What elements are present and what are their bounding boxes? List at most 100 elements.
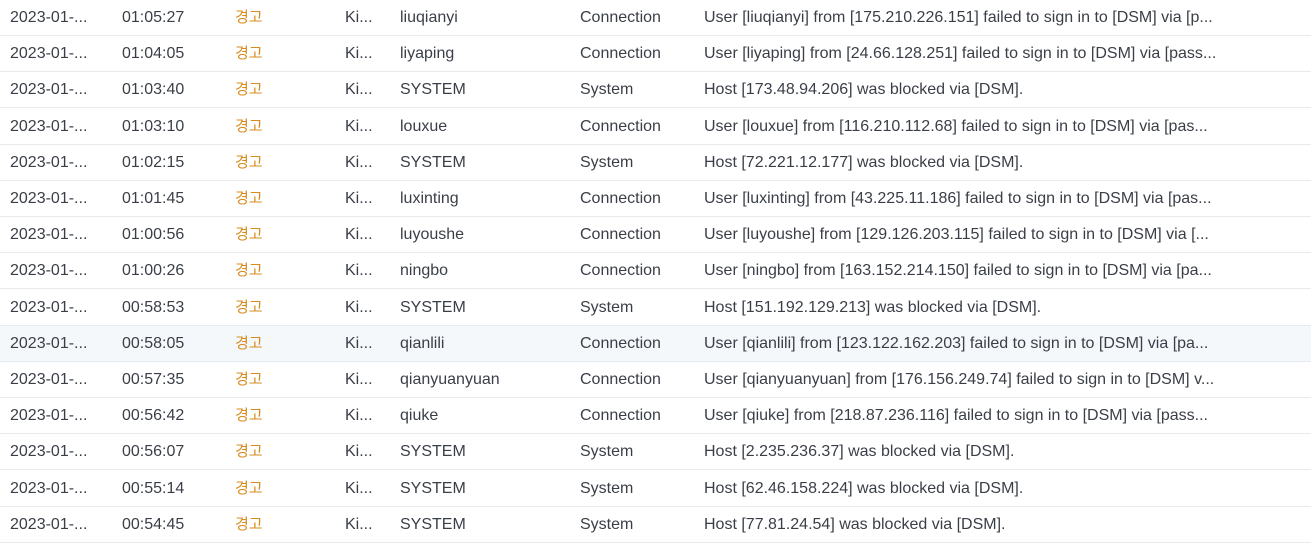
- source-cell: Ki...: [345, 371, 373, 388]
- level-cell: 경고: [235, 261, 263, 280]
- category-cell: System: [580, 298, 634, 316]
- source-cell: Ki...: [345, 226, 373, 244]
- source-cell: Ki...: [345, 9, 373, 26]
- source-cell: Ki...: [345, 479, 373, 497]
- user-cell: SYSTEM: [400, 298, 466, 316]
- time-cell: 00:56:07: [122, 443, 185, 461]
- table-row[interactable]: 2023-01-... 00:56:07 경고 Ki... SYSTEM Sys…: [0, 434, 1311, 471]
- user-cell: luxinting: [400, 190, 459, 207]
- event-cell: User [luyoushe] from [129.126.203.115] f…: [704, 226, 1209, 244]
- user-cell: liyaping: [400, 45, 455, 63]
- user-cell: qiuke: [400, 407, 439, 425]
- level-cell: 경고: [235, 442, 263, 461]
- date-cell: 2023-01-...: [10, 443, 88, 461]
- date-cell: 2023-01-...: [10, 515, 88, 533]
- date-cell: 2023-01-...: [10, 45, 88, 63]
- time-cell: 01:01:45: [122, 190, 185, 207]
- source-cell: Ki...: [345, 407, 373, 425]
- time-cell: 00:54:45: [122, 515, 185, 533]
- date-cell: 2023-01-...: [10, 190, 88, 207]
- time-cell: 01:04:05: [122, 45, 185, 63]
- table-row[interactable]: 2023-01-... 01:00:56 경고 Ki... luyoushe C…: [0, 217, 1311, 254]
- category-cell: Connection: [580, 45, 661, 63]
- table-row[interactable]: 2023-01-... 01:05:27 경고 Ki... liuqianyi …: [0, 0, 1311, 36]
- category-cell: Connection: [580, 371, 661, 388]
- user-cell: liuqianyi: [400, 9, 458, 26]
- category-cell: Connection: [580, 226, 661, 244]
- time-cell: 01:02:15: [122, 153, 185, 171]
- category-cell: Connection: [580, 117, 661, 135]
- table-row[interactable]: 2023-01-... 01:03:10 경고 Ki... louxue Con…: [0, 109, 1311, 145]
- table-row[interactable]: 2023-01-... 00:54:45 경고 Ki... SYSTEM Sys…: [0, 507, 1311, 543]
- event-cell: Host [2.235.236.37] was blocked via [DSM…: [704, 443, 1015, 461]
- user-cell: SYSTEM: [400, 515, 466, 533]
- level-cell: 경고: [235, 297, 263, 316]
- table-row[interactable]: 2023-01-... 00:57:35 경고 Ki... qianyuanyu…: [0, 362, 1311, 398]
- event-cell: Host [151.192.129.213] was blocked via […: [704, 298, 1042, 316]
- user-cell: qianyuanyuan: [400, 371, 500, 388]
- table-row[interactable]: 2023-01-... 01:02:15 경고 Ki... SYSTEM Sys…: [0, 145, 1311, 181]
- table-row[interactable]: 2023-01-... 00:58:53 경고 Ki... SYSTEM Sys…: [0, 290, 1311, 326]
- category-cell: Connection: [580, 407, 661, 425]
- category-cell: System: [580, 515, 634, 533]
- category-cell: Connection: [580, 190, 661, 207]
- user-cell: SYSTEM: [400, 443, 466, 461]
- event-cell: User [liuqianyi] from [175.210.226.151] …: [704, 9, 1213, 26]
- table-row[interactable]: 2023-01-... 01:01:45 경고 Ki... luxinting …: [0, 181, 1311, 217]
- time-cell: 01:05:27: [122, 9, 185, 26]
- source-cell: Ki...: [345, 515, 373, 533]
- level-cell: 경고: [235, 189, 263, 207]
- level-cell: 경고: [235, 44, 263, 63]
- category-cell: System: [580, 81, 634, 99]
- level-cell: 경고: [235, 478, 263, 497]
- table-row[interactable]: 2023-01-... 01:04:05 경고 Ki... liyaping C…: [0, 36, 1311, 73]
- level-cell: 경고: [235, 333, 263, 352]
- time-cell: 01:03:10: [122, 117, 185, 135]
- level-cell: 경고: [235, 152, 263, 171]
- event-cell: User [qiuke] from [218.87.236.116] faile…: [704, 407, 1208, 425]
- category-cell: Connection: [580, 9, 661, 26]
- table-row[interactable]: 2023-01-... 00:56:42 경고 Ki... qiuke Conn…: [0, 398, 1311, 435]
- user-cell: qianlili: [400, 334, 445, 352]
- event-cell: User [qianyuanyuan] from [176.156.249.74…: [704, 371, 1215, 388]
- category-cell: Connection: [580, 262, 661, 280]
- date-cell: 2023-01-...: [10, 407, 88, 425]
- category-cell: Connection: [580, 334, 661, 352]
- event-cell: Host [77.81.24.54] was blocked via [DSM]…: [704, 515, 1006, 533]
- category-cell: System: [580, 443, 634, 461]
- table-row[interactable]: 2023-01-... 01:03:40 경고 Ki... SYSTEM Sys…: [0, 72, 1311, 109]
- user-cell: SYSTEM: [400, 153, 466, 171]
- date-cell: 2023-01-...: [10, 334, 88, 352]
- level-cell: 경고: [235, 116, 263, 135]
- level-cell: 경고: [235, 225, 263, 244]
- level-cell: 경고: [235, 514, 263, 533]
- date-cell: 2023-01-...: [10, 9, 88, 26]
- time-cell: 00:58:53: [122, 298, 185, 316]
- level-cell: 경고: [235, 406, 263, 425]
- table-row[interactable]: 2023-01-... 00:55:14 경고 Ki... SYSTEM Sys…: [0, 471, 1311, 507]
- source-cell: Ki...: [345, 334, 373, 352]
- level-cell: 경고: [235, 80, 263, 99]
- source-cell: Ki...: [345, 190, 373, 207]
- event-cell: User [luxinting] from [43.225.11.186] fa…: [704, 190, 1212, 207]
- time-cell: 00:56:42: [122, 407, 185, 425]
- time-cell: 00:55:14: [122, 479, 185, 497]
- table-row[interactable]: 2023-01-... 01:00:26 경고 Ki... ningbo Con…: [0, 253, 1311, 290]
- time-cell: 00:57:35: [122, 371, 185, 388]
- event-cell: Host [62.46.158.224] was blocked via [DS…: [704, 479, 1024, 497]
- source-cell: Ki...: [345, 117, 373, 135]
- date-cell: 2023-01-...: [10, 298, 88, 316]
- date-cell: 2023-01-...: [10, 81, 88, 99]
- event-cell: Host [173.48.94.206] was blocked via [DS…: [704, 81, 1024, 99]
- source-cell: Ki...: [345, 262, 373, 280]
- user-cell: SYSTEM: [400, 479, 466, 497]
- level-cell: 경고: [235, 370, 263, 388]
- level-cell: 경고: [235, 8, 263, 26]
- category-cell: System: [580, 479, 634, 497]
- time-cell: 01:03:40: [122, 81, 185, 99]
- source-cell: Ki...: [345, 45, 373, 63]
- event-cell: User [liyaping] from [24.66.128.251] fai…: [704, 45, 1217, 63]
- date-cell: 2023-01-...: [10, 371, 88, 388]
- source-cell: Ki...: [345, 81, 373, 99]
- table-row[interactable]: 2023-01-... 00:58:05 경고 Ki... qianlili C…: [0, 325, 1311, 362]
